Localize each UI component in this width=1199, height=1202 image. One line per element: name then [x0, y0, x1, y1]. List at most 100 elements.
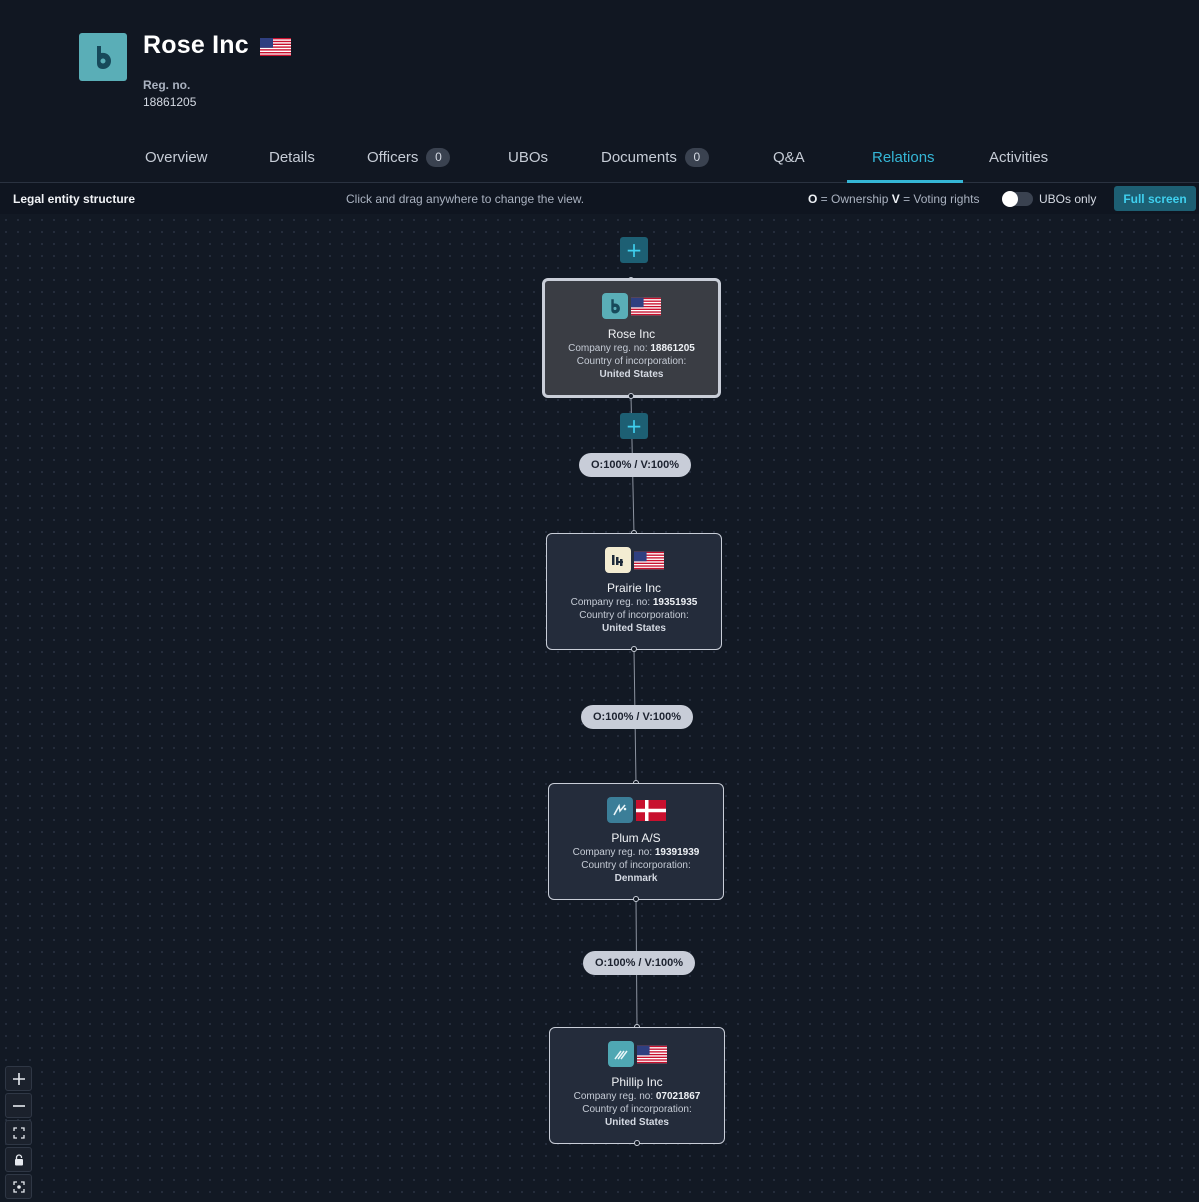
count-badge: 0: [684, 148, 709, 167]
flag-dk-icon: [635, 799, 666, 821]
tab-label: Details: [269, 149, 315, 166]
entity-name: Plum A/S: [611, 831, 661, 845]
fit-view-button[interactable]: [5, 1120, 32, 1145]
node-handle-bottom[interactable]: [634, 1140, 640, 1146]
entity-country: United States: [602, 623, 666, 634]
reg-value: 19351935: [652, 597, 698, 608]
tab-label: Q&A: [773, 149, 805, 166]
graph-controls: [5, 1066, 32, 1201]
zoom-out-button[interactable]: [5, 1093, 32, 1118]
prairie-logo-icon: [604, 547, 631, 573]
node-handle-bottom[interactable]: [628, 393, 634, 399]
tab-label: Activities: [989, 149, 1049, 166]
node-handle-bottom[interactable]: [633, 896, 639, 902]
entity-reg: Company reg. no: 19391939: [549, 847, 723, 858]
entity-name: Phillip Inc: [611, 1075, 663, 1089]
section-title: Legal entity structure: [13, 192, 136, 206]
reg-prefix: Company reg. no:: [572, 847, 655, 858]
tab-activities[interactable]: Activities: [989, 140, 1048, 183]
tab-label: Officers: [367, 149, 419, 166]
flag-us-icon: [260, 38, 291, 61]
company-logo: [79, 33, 127, 81]
tab-label: Documents: [601, 149, 677, 166]
country-label: Country of incorporation:: [582, 1104, 692, 1115]
legend-o-key: O: [808, 192, 818, 206]
entity-country: Denmark: [614, 873, 658, 884]
full-screen-button[interactable]: Full screen: [1114, 186, 1196, 211]
entity-country: United States: [599, 369, 664, 380]
tab-label: UBOs: [508, 149, 549, 166]
tab-bar: Overview Details Officers 0 UBOs Document…: [0, 140, 1199, 183]
entity-reg: Company reg. no: 19351935: [547, 597, 721, 608]
reg-number: 18861205: [143, 95, 197, 109]
graph-toolbar: Legal entity structure Click and drag an…: [0, 184, 1199, 214]
flag-us-icon: [631, 297, 661, 315]
focus-icon: [12, 1180, 25, 1193]
entity-reg: Company reg. no: 18861205: [545, 343, 718, 354]
zoom-in-icon: [12, 1072, 25, 1085]
node-icons: [545, 293, 718, 319]
tab-label: Relations: [872, 149, 935, 166]
node-handle-bottom[interactable]: [631, 646, 637, 652]
entity-name: Rose Inc: [607, 327, 656, 341]
country-label: Country of incorporation:: [579, 610, 689, 621]
edge-label: O:100% / V:100%: [579, 453, 692, 477]
reg-label: Reg. no.: [143, 78, 191, 92]
reg-value: 07021867: [655, 1091, 701, 1102]
country-label: Country of incorporation:: [576, 356, 687, 367]
relations-graph-canvas[interactable]: + Rose Inc Company reg. no: 18861205 Cou…: [0, 214, 1199, 1202]
tab-documents[interactable]: Documents 0: [601, 140, 709, 183]
rose-logo-icon: [97, 46, 111, 69]
add-child-button[interactable]: +: [620, 413, 648, 439]
page-title: Rose Inc: [143, 31, 249, 59]
node-icons: [549, 797, 723, 823]
reg-prefix: Company reg. no:: [573, 1091, 656, 1102]
reg-prefix: Company reg. no:: [570, 597, 653, 608]
tab-label: Overview: [145, 149, 208, 166]
plum-logo-icon: [606, 797, 633, 823]
ubos-only-label: UBOs only: [1039, 192, 1097, 206]
entity-node-plum-as[interactable]: Plum A/S Company reg. no: 19391939 Count…: [548, 783, 724, 900]
entity-name: Prairie Inc: [606, 581, 662, 595]
legend-o-text: = Ownership: [817, 192, 892, 206]
tab-ubos[interactable]: UBOs: [508, 140, 548, 183]
ubos-only-toggle[interactable]: [1002, 191, 1033, 207]
zoom-out-icon: [12, 1104, 25, 1107]
flag-us-icon: [633, 551, 664, 569]
count-badge: 0: [426, 148, 451, 167]
edge-label: O:100% / V:100%: [583, 951, 696, 975]
company-header: Rose Inc Reg. no. 18861205 Overview Deta…: [0, 0, 1199, 183]
lock-icon: [14, 1153, 23, 1165]
edge-label: O:100% / V:100%: [581, 705, 694, 729]
drag-hint: Click and drag anywhere to change the vi…: [346, 192, 585, 206]
tab-details[interactable]: Details: [269, 140, 315, 183]
legend-v-text: = Voting rights: [899, 192, 980, 206]
toggle-knob: [1002, 191, 1018, 207]
entity-node-phillip-inc[interactable]: Phillip Inc Company reg. no: 07021867 Co…: [549, 1027, 725, 1144]
zoom-in-button[interactable]: [5, 1066, 32, 1091]
flag-us-icon: [636, 1045, 667, 1063]
lock-button[interactable]: [5, 1147, 32, 1172]
entity-reg: Company reg. no: 07021867: [550, 1091, 724, 1102]
phillip-logo-icon: [607, 1041, 634, 1067]
focus-button[interactable]: [5, 1174, 32, 1199]
reg-value: 19391939: [654, 847, 700, 858]
tab-relations[interactable]: Relations: [872, 140, 935, 183]
fit-view-icon: [12, 1126, 25, 1139]
active-tab-indicator: [847, 180, 963, 183]
entity-country: United States: [605, 1117, 669, 1128]
node-icons: [547, 547, 721, 573]
entity-node-rose-inc[interactable]: Rose Inc Company reg. no: 18861205 Count…: [542, 278, 721, 398]
reg-prefix: Company reg. no:: [568, 343, 651, 354]
country-label: Country of incorporation:: [581, 860, 691, 871]
tab-qa[interactable]: Q&A: [773, 140, 805, 183]
tab-officers[interactable]: Officers 0: [367, 140, 451, 183]
entity-node-prairie-inc[interactable]: Prairie Inc Company reg. no: 19351935 Co…: [546, 533, 722, 650]
rose-logo-icon: [602, 293, 628, 319]
add-parent-button[interactable]: +: [620, 237, 648, 263]
node-icons: [550, 1041, 724, 1067]
ownership-legend: O = Ownership V = Voting rights: [808, 192, 979, 206]
legend-v-key: V: [891, 192, 900, 206]
tab-overview[interactable]: Overview: [145, 140, 208, 183]
reg-value: 18861205: [650, 343, 695, 354]
